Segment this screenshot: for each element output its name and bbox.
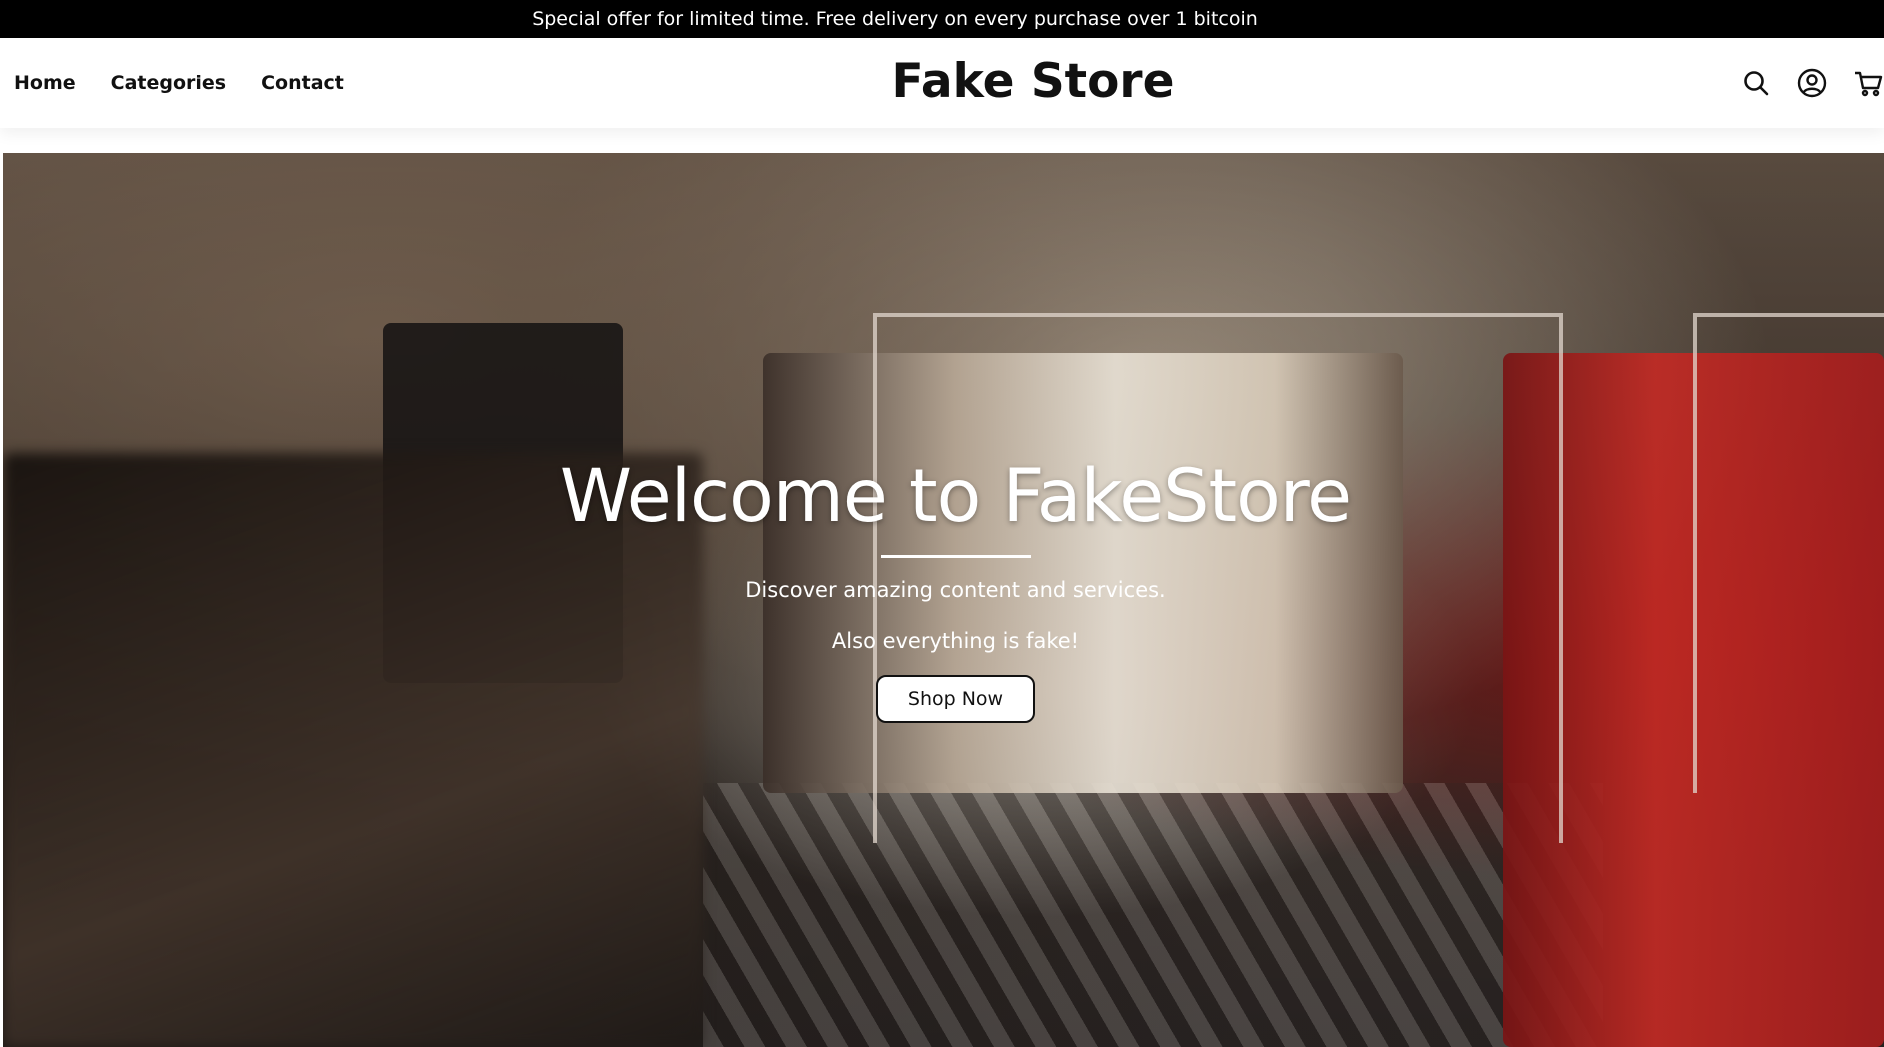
nav-contact-link[interactable]: Contact — [261, 72, 344, 94]
promo-text: Special offer for limited time. Free del… — [532, 8, 1258, 30]
promo-bar: Special offer for limited time. Free del… — [0, 0, 1884, 38]
main-nav: Home Categories Contact — [14, 38, 344, 128]
hero-subtitle: Discover amazing content and services. — [745, 578, 1166, 602]
user-account-icon[interactable] — [1796, 67, 1828, 99]
hero-divider — [880, 555, 1031, 558]
header-actions — [1740, 38, 1884, 128]
nav-categories-link[interactable]: Categories — [111, 72, 226, 94]
hero-banner: Welcome to FakeStore Discover amazing co… — [3, 153, 1884, 1047]
cart-icon[interactable] — [1852, 67, 1884, 99]
search-icon[interactable] — [1740, 67, 1772, 99]
hero-content: Welcome to FakeStore Discover amazing co… — [3, 153, 1884, 1047]
hero-title: Welcome to FakeStore — [559, 454, 1352, 539]
shop-now-button[interactable]: Shop Now — [876, 675, 1035, 723]
nav-home-link[interactable]: Home — [14, 72, 76, 94]
hero-tagline: Also everything is fake! — [831, 629, 1080, 653]
site-header: Home Categories Contact Fake Store — [0, 38, 1884, 128]
